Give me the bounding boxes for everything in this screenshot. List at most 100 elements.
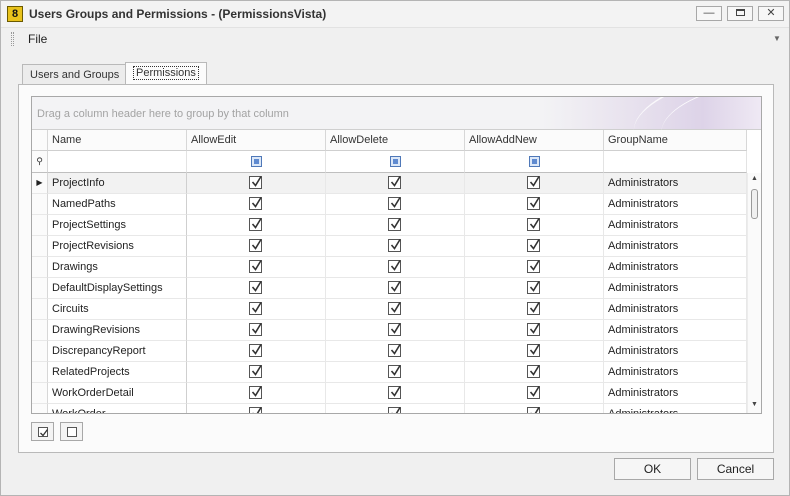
cell-groupname[interactable]: Administrators bbox=[604, 341, 747, 362]
cell-allowaddnew[interactable] bbox=[465, 173, 604, 194]
cell-allowedit[interactable] bbox=[187, 194, 326, 215]
table-row[interactable]: DrawingRevisions Administrators bbox=[32, 320, 747, 341]
row-indicator[interactable] bbox=[32, 257, 48, 278]
cell-allowdelete[interactable] bbox=[326, 194, 465, 215]
checkbox-checked[interactable] bbox=[527, 344, 540, 357]
table-row[interactable]: ProjectSettings Administrators bbox=[32, 215, 747, 236]
cell-allowdelete[interactable] bbox=[326, 404, 465, 413]
row-indicator[interactable] bbox=[32, 320, 48, 341]
checkbox-checked[interactable] bbox=[527, 386, 540, 399]
checkbox-checked[interactable] bbox=[249, 239, 262, 252]
cell-allowedit[interactable] bbox=[187, 173, 326, 194]
checkbox-checked[interactable] bbox=[249, 302, 262, 315]
checkbox-checked[interactable] bbox=[388, 344, 401, 357]
cell-name[interactable]: DrawingRevisions bbox=[48, 320, 187, 341]
cell-allowaddnew[interactable] bbox=[465, 257, 604, 278]
scroll-thumb[interactable] bbox=[751, 189, 758, 219]
cell-name[interactable]: Circuits bbox=[48, 299, 187, 320]
cancel-button[interactable]: Cancel bbox=[697, 458, 774, 480]
checkbox-checked[interactable] bbox=[527, 302, 540, 315]
cell-allowaddnew[interactable] bbox=[465, 404, 604, 413]
ok-button[interactable]: OK bbox=[614, 458, 691, 480]
cell-allowaddnew[interactable] bbox=[465, 299, 604, 320]
menu-overflow-icon[interactable]: ▼ bbox=[773, 34, 781, 43]
cell-allowaddnew[interactable] bbox=[465, 236, 604, 257]
menu-grip-icon[interactable] bbox=[11, 32, 14, 46]
cell-groupname[interactable]: Administrators bbox=[604, 236, 747, 257]
minimize-button[interactable]: — bbox=[696, 6, 722, 21]
checkbox-checked[interactable] bbox=[527, 323, 540, 336]
checkbox-checked[interactable] bbox=[249, 218, 262, 231]
table-row[interactable]: RelatedProjects Administrators bbox=[32, 362, 747, 383]
cell-name[interactable]: DefaultDisplaySettings bbox=[48, 278, 187, 299]
table-row[interactable]: ▶ ProjectInfo Administrators bbox=[32, 173, 747, 194]
checkbox-checked[interactable] bbox=[388, 386, 401, 399]
row-indicator[interactable] bbox=[32, 404, 48, 413]
cell-groupname[interactable]: Administrators bbox=[604, 362, 747, 383]
checkbox-checked[interactable] bbox=[388, 407, 401, 413]
cell-allowdelete[interactable] bbox=[326, 215, 465, 236]
cell-groupname[interactable]: Administrators bbox=[604, 404, 747, 413]
cell-allowdelete[interactable] bbox=[326, 299, 465, 320]
checkbox-checked[interactable] bbox=[249, 323, 262, 336]
cell-allowaddnew[interactable] bbox=[465, 278, 604, 299]
cell-groupname[interactable]: Administrators bbox=[604, 173, 747, 194]
checkbox-checked[interactable] bbox=[249, 176, 262, 189]
cell-groupname[interactable]: Administrators bbox=[604, 257, 747, 278]
filter-checkbox-icon[interactable] bbox=[251, 156, 262, 167]
cell-groupname[interactable]: Administrators bbox=[604, 299, 747, 320]
table-row[interactable]: Drawings Administrators bbox=[32, 257, 747, 278]
cell-allowdelete[interactable] bbox=[326, 278, 465, 299]
cell-groupname[interactable]: Administrators bbox=[604, 215, 747, 236]
table-row[interactable]: DefaultDisplaySettings Administrators bbox=[32, 278, 747, 299]
row-indicator[interactable] bbox=[32, 362, 48, 383]
tab-permissions[interactable]: Permissions bbox=[125, 62, 207, 86]
checkbox-checked[interactable] bbox=[527, 239, 540, 252]
cell-name[interactable]: RelatedProjects bbox=[48, 362, 187, 383]
cell-allowedit[interactable] bbox=[187, 404, 326, 413]
filter-checkbox-icon[interactable] bbox=[390, 156, 401, 167]
cell-allowedit[interactable] bbox=[187, 215, 326, 236]
checkbox-checked[interactable] bbox=[249, 281, 262, 294]
table-row[interactable]: WorkOrderDetail Administrators bbox=[32, 383, 747, 404]
checkbox-checked[interactable] bbox=[527, 176, 540, 189]
checkbox-checked[interactable] bbox=[527, 218, 540, 231]
checkbox-checked[interactable] bbox=[249, 344, 262, 357]
checkbox-checked[interactable] bbox=[249, 386, 262, 399]
table-row[interactable]: WorkOrder Administrators bbox=[32, 404, 747, 413]
row-indicator[interactable] bbox=[32, 383, 48, 404]
cell-allowaddnew[interactable] bbox=[465, 215, 604, 236]
scroll-down-icon[interactable]: ▼ bbox=[751, 401, 758, 408]
cell-allowaddnew[interactable] bbox=[465, 341, 604, 362]
checkbox-checked[interactable] bbox=[388, 218, 401, 231]
cell-allowdelete[interactable] bbox=[326, 173, 465, 194]
checkbox-checked[interactable] bbox=[388, 365, 401, 378]
checkbox-checked[interactable] bbox=[527, 197, 540, 210]
column-header-allowaddnew[interactable]: AllowAddNew bbox=[465, 130, 604, 151]
cell-allowaddnew[interactable] bbox=[465, 362, 604, 383]
cell-name[interactable]: ProjectSettings bbox=[48, 215, 187, 236]
cell-name[interactable]: WorkOrder bbox=[48, 404, 187, 413]
cell-allowdelete[interactable] bbox=[326, 257, 465, 278]
cell-groupname[interactable]: Administrators bbox=[604, 383, 747, 404]
cell-name[interactable]: ProjectRevisions bbox=[48, 236, 187, 257]
cell-groupname[interactable]: Administrators bbox=[604, 194, 747, 215]
check-all-button[interactable] bbox=[31, 422, 54, 441]
close-button[interactable]: ✕ bbox=[758, 6, 784, 21]
row-indicator[interactable] bbox=[32, 278, 48, 299]
checkbox-checked[interactable] bbox=[527, 365, 540, 378]
checkbox-checked[interactable] bbox=[249, 260, 262, 273]
filter-groupname[interactable] bbox=[604, 151, 747, 173]
cell-allowdelete[interactable] bbox=[326, 236, 465, 257]
filter-name[interactable] bbox=[48, 151, 187, 173]
filter-allowedit[interactable] bbox=[187, 151, 326, 173]
checkbox-checked[interactable] bbox=[388, 323, 401, 336]
table-row[interactable]: ProjectRevisions Administrators bbox=[32, 236, 747, 257]
cell-allowaddnew[interactable] bbox=[465, 383, 604, 404]
column-header-groupname[interactable]: GroupName bbox=[604, 130, 747, 151]
cell-allowedit[interactable] bbox=[187, 362, 326, 383]
cell-name[interactable]: WorkOrderDetail bbox=[48, 383, 187, 404]
cell-allowedit[interactable] bbox=[187, 320, 326, 341]
cell-allowdelete[interactable] bbox=[326, 383, 465, 404]
checkbox-checked[interactable] bbox=[388, 302, 401, 315]
